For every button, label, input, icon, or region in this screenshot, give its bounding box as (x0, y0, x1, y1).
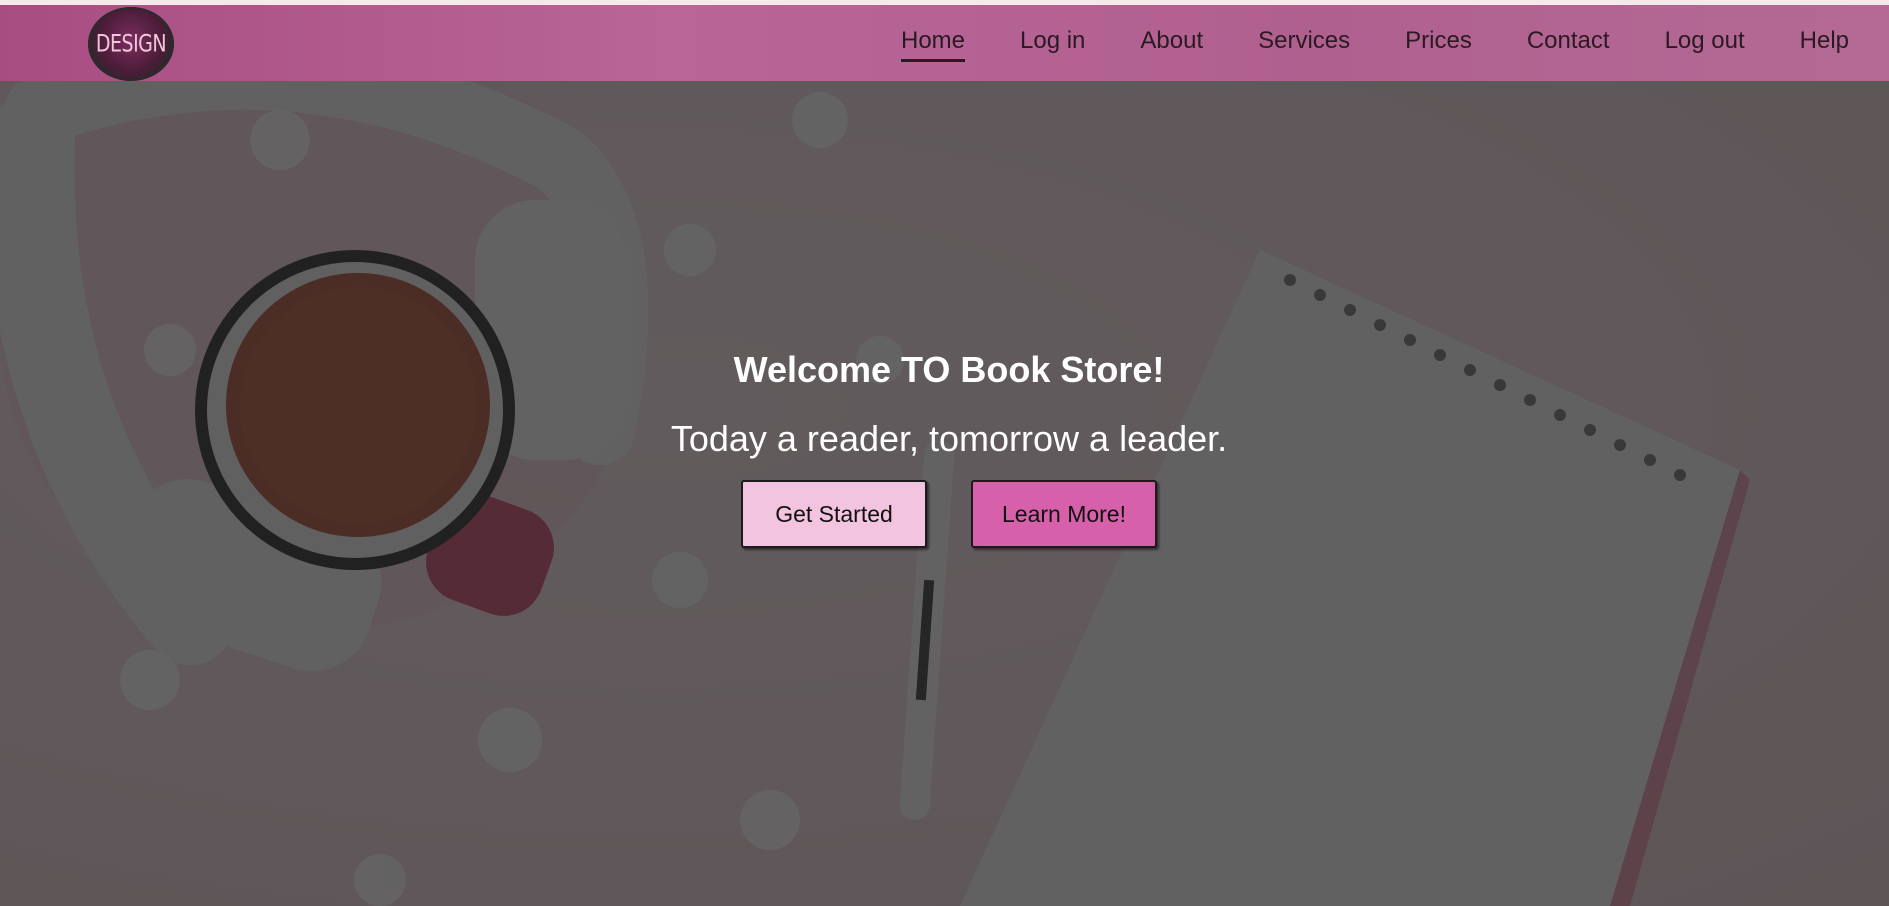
top-strip (0, 0, 1889, 5)
design-logo-icon[interactable]: DESIGN (88, 7, 174, 81)
nav-item-prices[interactable]: Prices (1405, 27, 1472, 59)
nav-links: Home Log in About Services Prices Contac… (846, 5, 1849, 81)
nav-item-services[interactable]: Services (1258, 27, 1350, 59)
nav-item-contact[interactable]: Contact (1527, 27, 1610, 59)
nav-item-help[interactable]: Help (1800, 27, 1849, 59)
logo-text: DESIGN (95, 30, 167, 58)
nav-item-log-in[interactable]: Log in (1020, 27, 1085, 59)
hero-title: Welcome TO Book Store! (733, 349, 1165, 390)
nav-item-home[interactable]: Home (900, 27, 966, 62)
hero-buttons: Get Started Learn More! (0, 480, 1889, 548)
get-started-button[interactable]: Get Started (741, 480, 927, 548)
navbar: DESIGN Home Log in About Services Prices… (0, 5, 1889, 81)
page: DESIGN Home Log in About Services Prices… (0, 0, 1889, 906)
nav-item-about[interactable]: About (1140, 27, 1203, 59)
hero-subtitle: Today a reader, tomorrow a leader. (670, 418, 1228, 459)
learn-more-button[interactable]: Learn More! (971, 480, 1157, 548)
nav-item-log-out[interactable]: Log out (1665, 27, 1745, 59)
hero-content: Welcome TO Book Store! Today a reader, t… (0, 340, 1889, 548)
